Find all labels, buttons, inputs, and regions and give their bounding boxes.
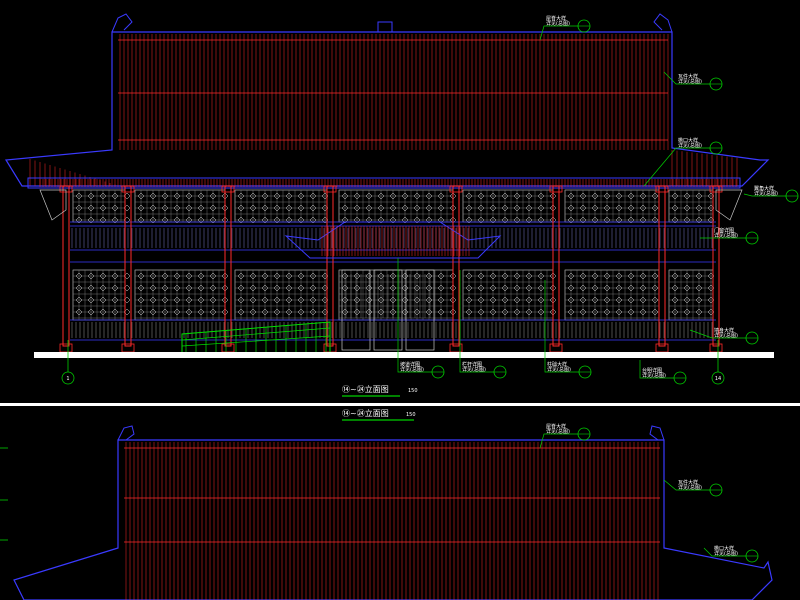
callout-sublabel: 详见(总图) [754,190,778,197]
railing-balusters [71,228,713,248]
axis-label-left: 1 [66,376,69,382]
view-scale-text: 150 [408,388,418,394]
view-separator [0,403,800,406]
view-title-text: ⑭~㉔立面图 [342,384,389,394]
callout-sublabel: 详见(总图) [400,366,424,373]
callout-sublabel: 详见(总图) [714,332,738,339]
sill-balusters [71,322,713,338]
callout-sublabel: 详见(总图) [547,366,571,373]
callout-sublabel: 详见(总图) [714,232,738,239]
cad-elevation-drawing: 1 14 屋脊大样详见(总图)瓦件大样详见(总图)檐口大样详见(总图)翼角大样详… [0,0,800,600]
ground-line [34,352,774,358]
axis-label-right: 14 [715,376,721,382]
callout-sublabel: 详见(总图) [678,484,702,491]
callout-sublabel: 详见(总图) [546,20,570,27]
callout-sublabel: 详见(总图) [462,366,486,373]
callout-sublabel: 详见(总图) [678,142,702,149]
view-title-text: ⑭~㉔立面图 [342,408,389,418]
callout-sublabel: 详见(总图) [714,550,738,557]
callout-sublabel: 详见(总图) [678,78,702,85]
view-scale-text: 150 [406,412,416,418]
callout-sublabel: 详见(总图) [642,372,666,379]
callout-sublabel: 详见(总图) [546,428,570,435]
